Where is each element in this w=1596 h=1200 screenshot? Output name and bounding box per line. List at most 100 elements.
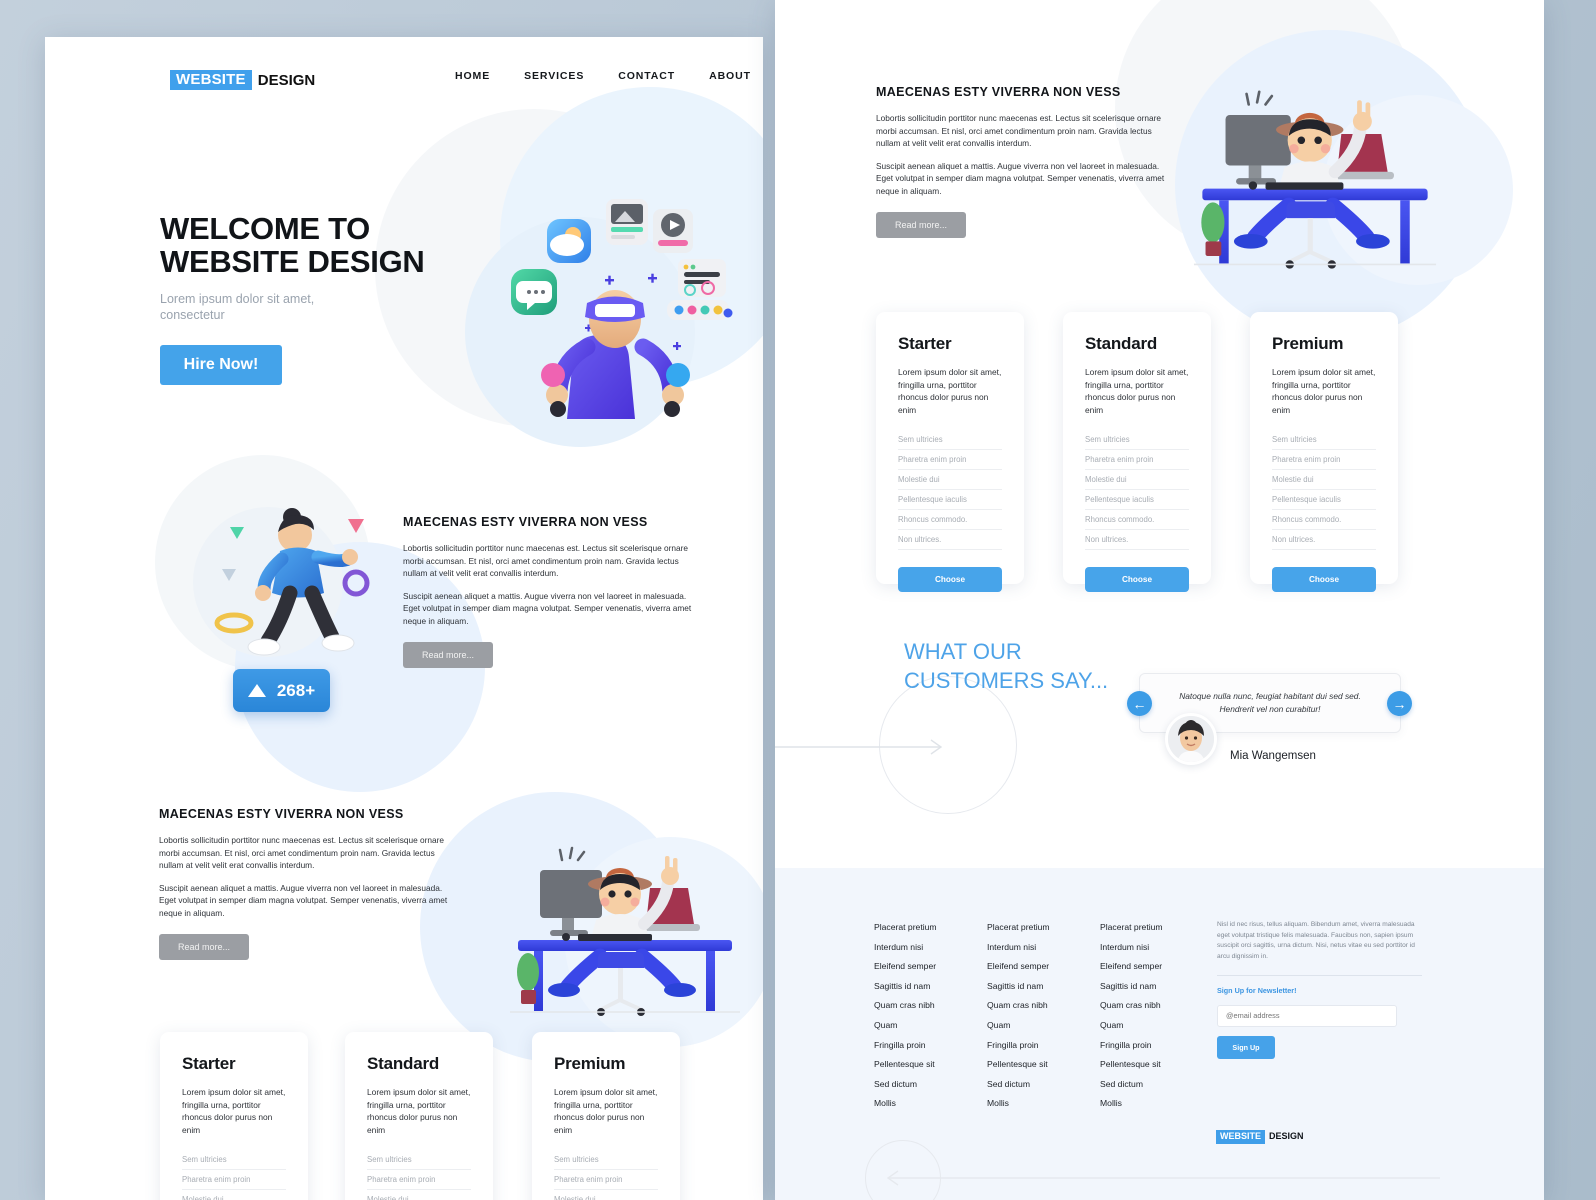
pricing-feature-item: Non ultrices. xyxy=(898,530,1002,551)
pricing-choose-button[interactable]: Choose xyxy=(1085,567,1189,593)
testimonial-avatar xyxy=(1165,713,1217,765)
pricing-feature-item: Sem ultricies xyxy=(182,1150,286,1171)
pricing-feature-item: Molestie dui xyxy=(554,1190,658,1200)
hero-subtitle: Lorem ipsum dolor sit amet, consectetur xyxy=(160,292,450,323)
page-title: WELCOME TO WEBSITE DESIGN xyxy=(160,212,450,278)
testimonials-heading-line-2: CUSTOMERS SAY... xyxy=(904,667,1109,693)
footer-link[interactable]: Pellentesque sit xyxy=(987,1059,1050,1069)
footer-link[interactable]: Sed dictum xyxy=(874,1079,937,1089)
testimonial-quote-line-2: Hendrerit vel non curabitur! xyxy=(1219,704,1321,714)
pricing-card-standard[interactable]: Standard Lorem ipsum dolor sit amet, fri… xyxy=(345,1032,493,1200)
footer-link[interactable]: Placerat pretium xyxy=(987,922,1050,932)
pricing-feature-item: Molestie dui xyxy=(898,470,1002,491)
nav-item-home[interactable]: HOME xyxy=(455,70,490,82)
testimonial-author-name: Mia Wangemsen xyxy=(1230,750,1316,762)
testimonial-prev-button[interactable]: ← xyxy=(1127,691,1152,716)
footer-link[interactable]: Quam xyxy=(1100,1020,1163,1030)
pricing-card-starter[interactable]: Starter Lorem ipsum dolor sit amet, frin… xyxy=(160,1032,308,1200)
footer-link[interactable]: Quam cras nibh xyxy=(987,1000,1050,1010)
pricing-feature-list: Sem ultricies Pharetra enim proin Molest… xyxy=(1085,430,1189,551)
newsletter-email-input[interactable] xyxy=(1217,1004,1397,1027)
feature-illustration-walker xyxy=(214,508,370,656)
pricing-feature-item: Non ultrices. xyxy=(1085,530,1189,551)
desk-illustration-left xyxy=(510,846,740,1016)
feature-right-title: MAECENAS ESTY VIVERRA NON VESS xyxy=(876,85,1121,99)
footer-brand-primary: WEBSITE xyxy=(1216,1130,1266,1144)
hero-blob-light xyxy=(465,217,695,447)
footer-link[interactable]: Pellentesque sit xyxy=(1100,1059,1163,1069)
footer-column-3: Placerat pretium Interdum nisi Eleifend … xyxy=(1100,922,1163,1118)
footer-link[interactable]: Mollis xyxy=(874,1098,937,1108)
footer-link[interactable]: Eleifend semper xyxy=(1100,961,1163,971)
nav-item-contact[interactable]: CONTACT xyxy=(618,70,675,82)
footer-link[interactable]: Placerat pretium xyxy=(874,922,937,932)
feature-blob-soft xyxy=(193,507,343,657)
footer-link[interactable]: Interdum nisi xyxy=(1100,942,1163,952)
footer-link[interactable]: Pellentesque sit xyxy=(874,1059,937,1069)
footer-link[interactable]: Eleifend semper xyxy=(874,961,937,971)
desk-blob-light xyxy=(565,837,763,1047)
footer-link[interactable]: Quam cras nibh xyxy=(1100,1000,1163,1010)
pricing-card-premium-full[interactable]: Premium Lorem ipsum dolor sit amet, frin… xyxy=(1250,312,1398,593)
pricing-card-premium[interactable]: Premium Lorem ipsum dolor sit amet, frin… xyxy=(532,1032,680,1200)
feature-right-read-more-button[interactable]: Read more... xyxy=(876,211,966,238)
hero-title-line-1: WELCOME TO xyxy=(160,211,370,246)
footer-link[interactable]: Sagittis id nam xyxy=(874,981,937,991)
brand-logo-secondary: DESIGN xyxy=(257,71,316,89)
feature-right-paragraph-2: Suscipit aenean aliquet a mattis. Augue … xyxy=(876,160,1165,197)
feature-left-read-more-button[interactable]: Read more... xyxy=(403,641,493,668)
main-nav: HOME SERVICES CONTACT ABOUT xyxy=(455,70,751,82)
pricing-feature-list: Sem ultricies Pharetra enim proin Molest… xyxy=(182,1150,286,1200)
footer-brand-logo[interactable]: WEBSITE DESIGN xyxy=(1216,1130,1304,1144)
brand-logo-primary: WEBSITE xyxy=(170,70,252,90)
testimonial-decor-arrow-right xyxy=(775,739,943,755)
feature-desk-paragraph-2: Suscipit aenean aliquet a mattis. Augue … xyxy=(159,882,448,919)
stat-badge[interactable]: 268+ xyxy=(233,669,330,712)
footer-link[interactable]: Fringilla proin xyxy=(874,1040,937,1050)
pricing-card-title: Premium xyxy=(554,1054,626,1073)
pricing-feature-list: Sem ultricies Pharetra enim proin Molest… xyxy=(554,1150,658,1200)
pricing-feature-item: Pellentesque iaculis xyxy=(1272,490,1376,511)
pricing-card-standard-full[interactable]: Standard Lorem ipsum dolor sit amet, fri… xyxy=(1063,312,1211,593)
pricing-card-starter-full[interactable]: Starter Lorem ipsum dolor sit amet, frin… xyxy=(876,312,1024,593)
nav-item-services[interactable]: SERVICES xyxy=(524,70,584,82)
footer-divider xyxy=(1217,974,1422,976)
footer-link[interactable]: Eleifend semper xyxy=(987,961,1050,971)
footer-link[interactable]: Fringilla proin xyxy=(1100,1040,1163,1050)
pricing-feature-item: Pharetra enim proin xyxy=(554,1170,658,1191)
footer-link[interactable]: Sagittis id nam xyxy=(1100,981,1163,991)
hero-title-line-2: WEBSITE DESIGN xyxy=(160,244,425,280)
pricing-feature-item: Molestie dui xyxy=(1272,470,1376,491)
pricing-feature-item: Rhoncus commodo. xyxy=(898,510,1002,531)
pricing-choose-button[interactable]: Choose xyxy=(898,567,1002,593)
footer-link[interactable]: Quam xyxy=(987,1020,1050,1030)
hero-blob-blue xyxy=(500,87,763,387)
footer-link[interactable]: Placerat pretium xyxy=(1100,922,1163,932)
footer-link[interactable]: Quam xyxy=(874,1020,937,1030)
hire-now-button[interactable]: Hire Now! xyxy=(160,344,282,385)
footer-link[interactable]: Quam cras nibh xyxy=(874,1000,937,1010)
footer-link[interactable]: Fringilla proin xyxy=(987,1040,1050,1050)
pricing-card-description: Lorem ipsum dolor sit amet, fringilla ur… xyxy=(1272,367,1376,415)
brand-logo[interactable]: WEBSITE DESIGN xyxy=(170,70,315,90)
feature-desk-read-more-button[interactable]: Read more... xyxy=(159,933,249,960)
footer-link[interactable]: Interdum nisi xyxy=(987,942,1050,952)
nav-item-about[interactable]: ABOUT xyxy=(709,70,751,82)
pricing-card-title: Premium xyxy=(1272,334,1344,353)
feature-left-title: MAECENAS ESTY VIVERRA NON VESS xyxy=(403,515,648,529)
footer-link[interactable]: Sagittis id nam xyxy=(987,981,1050,991)
footer-link[interactable]: Sed dictum xyxy=(1100,1079,1163,1089)
pricing-choose-button[interactable]: Choose xyxy=(1272,567,1376,593)
feature-desk-paragraph-1: Lobortis sollicitudin porttitor nunc mae… xyxy=(159,835,445,871)
pricing-feature-item: Non ultrices. xyxy=(1272,530,1376,551)
pricing-feature-item: Pharetra enim proin xyxy=(1272,450,1376,471)
footer-link[interactable]: Interdum nisi xyxy=(874,942,937,952)
newsletter-signup-button[interactable]: Sign Up xyxy=(1217,1035,1275,1059)
pricing-feature-item: Molestie dui xyxy=(182,1190,286,1200)
footer-link[interactable]: Mollis xyxy=(1100,1098,1163,1108)
footer-link[interactable]: Mollis xyxy=(987,1098,1050,1108)
footer-link[interactable]: Sed dictum xyxy=(987,1079,1050,1089)
hero-subtitle-line-2: consectetur xyxy=(160,307,225,322)
testimonial-next-button[interactable]: → xyxy=(1387,691,1412,716)
pricing-feature-item: Rhoncus commodo. xyxy=(1272,510,1376,531)
